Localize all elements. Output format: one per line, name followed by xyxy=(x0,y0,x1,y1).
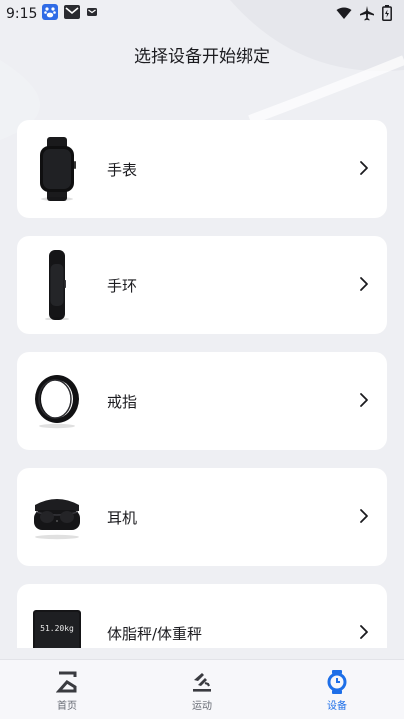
device-card-ring[interactable]: 戒指 xyxy=(17,352,387,450)
home-sigma-icon xyxy=(56,669,78,695)
running-icon xyxy=(190,669,214,695)
nav-item-sport[interactable]: 运动 xyxy=(167,660,237,719)
chevron-right-icon xyxy=(359,160,369,180)
device-label-band: 手环 xyxy=(107,276,138,295)
device-list[interactable]: 手表 手环 戒指 耳机 51.20kg 体脂秤/体重秤 xyxy=(17,120,387,648)
nav-item-device[interactable]: 设备 xyxy=(302,660,372,719)
status-time: 9:15 xyxy=(6,6,38,22)
nav-label-home: 首页 xyxy=(57,701,77,712)
message-icon xyxy=(63,4,81,24)
nav-item-home[interactable]: 首页 xyxy=(32,660,102,719)
battery-icon xyxy=(382,5,392,25)
notification-icon xyxy=(86,6,98,22)
page-title: 选择设备开始绑定 xyxy=(134,47,270,67)
nav-label-sport: 运动 xyxy=(192,701,212,712)
fitness-band-icon xyxy=(25,245,89,325)
baidu-paw-icon xyxy=(42,4,59,24)
watch-device-icon xyxy=(326,669,348,695)
chevron-right-icon xyxy=(359,276,369,296)
chevron-right-icon xyxy=(359,508,369,528)
device-label-scale: 体脂秤/体重秤 xyxy=(107,624,203,643)
bottom-navigation: 首页 运动 设备 xyxy=(0,659,404,719)
scale-reading: 51.20kg xyxy=(40,624,74,633)
earbuds-icon xyxy=(25,477,89,557)
chevron-right-icon xyxy=(359,392,369,412)
chevron-right-icon xyxy=(359,624,369,644)
device-card-band[interactable]: 手环 xyxy=(17,236,387,334)
device-label-earbuds: 耳机 xyxy=(107,508,138,527)
smart-ring-icon xyxy=(25,361,89,441)
smartwatch-icon xyxy=(25,129,89,209)
status-bar: 9:15 xyxy=(0,0,404,28)
wifi-icon xyxy=(336,7,352,24)
device-card-earbuds[interactable]: 耳机 xyxy=(17,468,387,566)
device-label-ring: 戒指 xyxy=(107,392,138,411)
body-scale-icon: 51.20kg xyxy=(25,593,89,648)
nav-label-device: 设备 xyxy=(327,701,347,712)
device-card-watch[interactable]: 手表 xyxy=(17,120,387,218)
device-card-scale[interactable]: 51.20kg 体脂秤/体重秤 xyxy=(17,584,387,648)
device-label-watch: 手表 xyxy=(107,160,138,179)
airplane-mode-icon xyxy=(359,5,375,25)
